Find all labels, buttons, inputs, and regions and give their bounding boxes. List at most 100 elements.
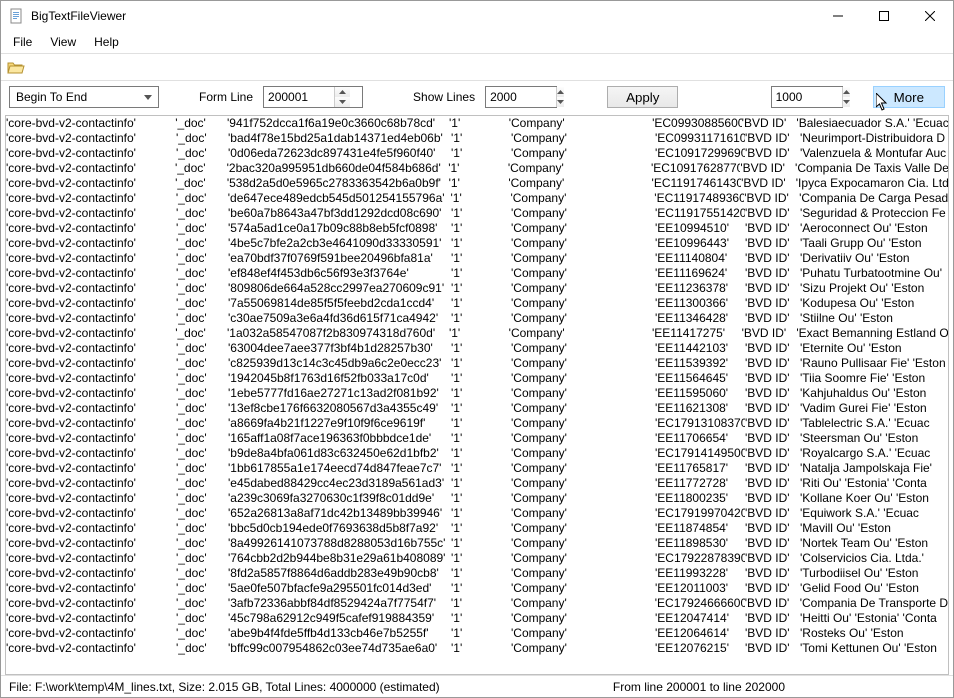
text-line[interactable]: 'core-bvd-v2-contactinfo''_doc''1a032a58… [6, 326, 948, 341]
cell: '_doc' [176, 206, 228, 221]
page-step-field[interactable] [772, 90, 842, 104]
cell: 'BVD ID' [745, 221, 800, 236]
cell: 'Mavill Ou' 'Eston [800, 521, 891, 536]
cell: '1' [451, 416, 511, 431]
status-file-info: File: F:\work\temp\4M_lines.txt, Size: 2… [9, 680, 440, 694]
text-line[interactable]: 'core-bvd-v2-contactinfo''_doc''2bac320a… [6, 161, 948, 176]
minimize-button[interactable] [815, 1, 861, 31]
close-button[interactable] [907, 1, 953, 31]
cell: 'Kahjuhaldus Ou' 'Eston [800, 386, 926, 401]
cell: 'Company' [511, 206, 655, 221]
spin-down-icon[interactable] [335, 97, 350, 107]
text-line[interactable]: 'core-bvd-v2-contactinfo''_doc''a8669fa4… [6, 416, 948, 431]
cell: 'BVD ID' [745, 596, 800, 611]
text-line[interactable]: 'core-bvd-v2-contactinfo''_doc''941f752d… [6, 116, 948, 131]
maximize-button[interactable] [861, 1, 907, 31]
cell: 'a8669fa4b21f1227e9f10f9f6ce9619f' [228, 416, 451, 431]
cell: 'EC1091762877001' [651, 161, 740, 176]
text-line[interactable]: 'core-bvd-v2-contactinfo''_doc''45c798a6… [6, 611, 948, 626]
scroll-area[interactable]: 'core-bvd-v2-contactinfo''_doc''941f752d… [6, 116, 948, 674]
text-line[interactable]: 'core-bvd-v2-contactinfo''_doc''7a550698… [6, 296, 948, 311]
text-line[interactable]: 'core-bvd-v2-contactinfo''_doc''bad4f78e… [6, 131, 948, 146]
text-line[interactable]: 'core-bvd-v2-contactinfo''_doc''165aff1a… [6, 431, 948, 446]
spin-up-icon[interactable] [843, 87, 850, 97]
text-line[interactable]: 'core-bvd-v2-contactinfo''_doc''1ebe5777… [6, 386, 948, 401]
page-step-input[interactable] [771, 86, 843, 108]
text-line[interactable]: 'core-bvd-v2-contactinfo''_doc''a239c306… [6, 491, 948, 506]
cell: 'bffc99c007954862c03ee74d735ae6a0' [228, 641, 451, 656]
text-line[interactable]: 'core-bvd-v2-contactinfo''_doc''809806de… [6, 281, 948, 296]
text-line[interactable]: 'core-bvd-v2-contactinfo''_doc''764cbb2d… [6, 551, 948, 566]
form-line-field[interactable] [264, 90, 334, 104]
text-line[interactable]: 'core-bvd-v2-contactinfo''_doc''bbc5d0cb… [6, 521, 948, 536]
text-line[interactable]: 'core-bvd-v2-contactinfo''_doc''1bb61785… [6, 461, 948, 476]
cell: '_doc' [176, 266, 228, 281]
text-line[interactable]: 'core-bvd-v2-contactinfo''_doc''13ef8cbe… [6, 401, 948, 416]
text-line[interactable]: 'core-bvd-v2-contactinfo''_doc''abe9b4f4… [6, 626, 948, 641]
cell: 'EC1792466660001' [655, 596, 745, 611]
text-line[interactable]: 'core-bvd-v2-contactinfo''_doc''c825939d… [6, 356, 948, 371]
spin-down-icon[interactable] [557, 97, 564, 107]
cell: '_doc' [176, 296, 228, 311]
cell: '_doc' [176, 536, 228, 551]
show-lines-input[interactable] [485, 86, 557, 108]
text-line[interactable]: 'core-bvd-v2-contactinfo''_doc''bffc99c0… [6, 641, 948, 656]
spin-up-icon[interactable] [557, 87, 564, 97]
text-line[interactable]: 'core-bvd-v2-contactinfo''_doc''ea70bdf3… [6, 251, 948, 266]
cell: 'Exact Bemanning Estland O [796, 326, 948, 341]
cell: 'core-bvd-v2-contactinfo' [6, 626, 176, 641]
text-line[interactable]: 'core-bvd-v2-contactinfo''_doc''4be5c7bf… [6, 236, 948, 251]
cell: 'Seguridad & Proteccion Fe [800, 206, 946, 221]
cell: 'core-bvd-v2-contactinfo' [6, 206, 176, 221]
cell: 'EE11621308' [655, 401, 745, 416]
menu-help[interactable]: Help [86, 33, 127, 51]
text-line[interactable]: 'core-bvd-v2-contactinfo''_doc''574a5ad1… [6, 221, 948, 236]
text-line[interactable]: 'core-bvd-v2-contactinfo''_doc''8a499261… [6, 536, 948, 551]
text-line[interactable]: 'core-bvd-v2-contactinfo''_doc''0d06eda7… [6, 146, 948, 161]
text-line[interactable]: 'core-bvd-v2-contactinfo''_doc''ef848ef4… [6, 266, 948, 281]
spin-up-icon[interactable] [335, 87, 350, 97]
cell: 'EC1191755142001' [655, 206, 745, 221]
show-lines-field[interactable] [486, 90, 556, 104]
open-file-icon[interactable] [7, 59, 25, 75]
cell: '1' [451, 566, 511, 581]
search-direction-value: Begin To End [16, 90, 87, 104]
cell: 'BVD ID' [745, 296, 800, 311]
cell: 'core-bvd-v2-contactinfo' [6, 191, 176, 206]
apply-button[interactable]: Apply [607, 86, 678, 108]
menu-file[interactable]: File [5, 33, 40, 51]
cell: '_doc' [176, 311, 228, 326]
cell: 'EE11442103' [655, 341, 745, 356]
text-line[interactable]: 'core-bvd-v2-contactinfo''_doc''3afb7233… [6, 596, 948, 611]
more-button[interactable]: More [873, 86, 945, 108]
text-line[interactable]: 'core-bvd-v2-contactinfo''_doc''de647ece… [6, 191, 948, 206]
cell: 'core-bvd-v2-contactinfo' [6, 356, 176, 371]
text-line[interactable]: 'core-bvd-v2-contactinfo''_doc''1942045b… [6, 371, 948, 386]
cell: 'BVD ID' [745, 236, 800, 251]
text-line[interactable]: 'core-bvd-v2-contactinfo''_doc''538d2a5d… [6, 176, 948, 191]
cell: 'core-bvd-v2-contactinfo' [6, 536, 176, 551]
cell: 'Company' [511, 566, 655, 581]
cell: 'a239c3069fa3270630c1f39f8c01dd9e' [228, 491, 451, 506]
cell: 'core-bvd-v2-contactinfo' [6, 596, 176, 611]
text-line[interactable]: 'core-bvd-v2-contactinfo''_doc''63004dee… [6, 341, 948, 356]
text-line[interactable]: 'core-bvd-v2-contactinfo''_doc''8fd2a585… [6, 566, 948, 581]
cell: 'b9de8a4bfa061d83c632450e62d1bfb2' [228, 446, 451, 461]
cell: 'EC1791997042001' [655, 506, 745, 521]
cell: '1' [451, 236, 511, 251]
cell: '1' [449, 326, 509, 341]
text-line[interactable]: 'core-bvd-v2-contactinfo''_doc''5ae0fe50… [6, 581, 948, 596]
menu-view[interactable]: View [42, 33, 84, 51]
spin-down-icon[interactable] [843, 97, 850, 107]
form-line-input[interactable] [263, 86, 363, 108]
text-line[interactable]: 'core-bvd-v2-contactinfo''_doc''b9de8a4b… [6, 446, 948, 461]
cell: '_doc' [175, 176, 227, 191]
cell: '_doc' [176, 416, 228, 431]
text-line[interactable]: 'core-bvd-v2-contactinfo''_doc''e45dabed… [6, 476, 948, 491]
text-line[interactable]: 'core-bvd-v2-contactinfo''_doc''be60a7b8… [6, 206, 948, 221]
text-line[interactable]: 'core-bvd-v2-contactinfo''_doc''652a2681… [6, 506, 948, 521]
search-direction-combo[interactable]: Begin To End [9, 86, 159, 108]
cell: '_doc' [176, 386, 228, 401]
cell: 'Heitti Ou' 'Estonia' 'Conta [800, 611, 937, 626]
text-line[interactable]: 'core-bvd-v2-contactinfo''_doc''c30ae750… [6, 311, 948, 326]
